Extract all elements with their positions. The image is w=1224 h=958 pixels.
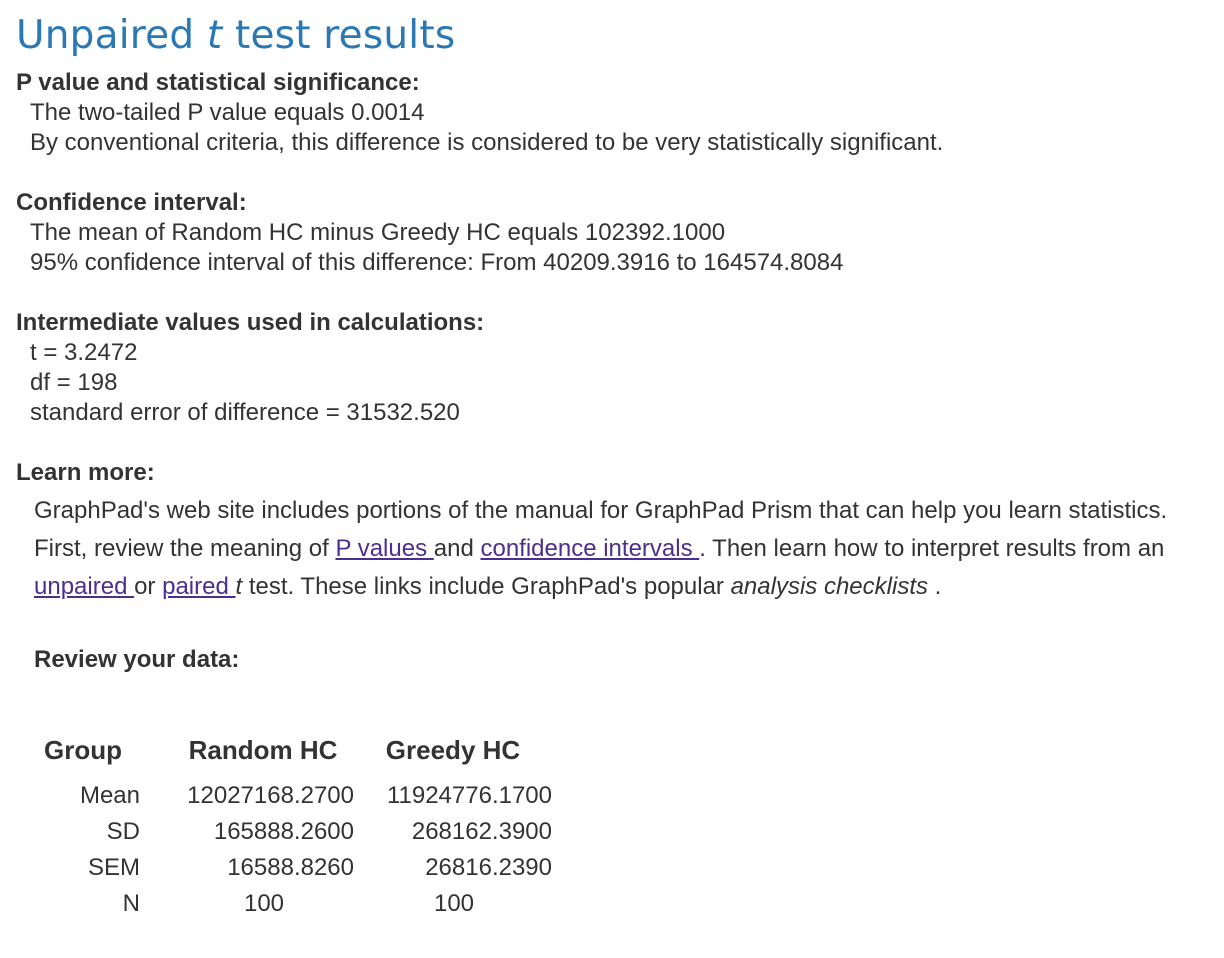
intermediate-heading: Intermediate values used in calculations… <box>16 309 485 336</box>
row-label: Mean <box>79 782 140 809</box>
row-label: N <box>122 890 140 917</box>
table-cell: 11924776.1700 <box>386 782 552 809</box>
learn-text-3: . Then learn how to interpret results fr… <box>699 535 1165 562</box>
table-cell: 100 <box>243 890 285 917</box>
table-row: Mean 12027168.2700 11924776.1700 <box>38 772 552 814</box>
page-title: Unpaired t test results <box>16 10 455 62</box>
confidence-interval-line: 95% confidence interval of this differen… <box>30 249 844 276</box>
table-header-row: Group Random HC Greedy HC <box>38 728 552 772</box>
table-header-random-hc: Random HC <box>188 734 338 765</box>
learn-more-paragraph: GraphPad's web site includes portions of… <box>34 492 1214 606</box>
df-line: df = 198 <box>30 369 118 396</box>
table-cell: 100 <box>433 890 475 917</box>
title-suffix: test results <box>235 13 456 58</box>
confidence-intervals-link[interactable]: confidence intervals <box>480 535 699 562</box>
table-cell: 268162.3900 <box>411 818 552 845</box>
standard-error-line: standard error of difference = 31532.520 <box>30 399 460 426</box>
learn-text-4: or <box>134 573 163 600</box>
row-label: SEM <box>87 854 140 881</box>
p-value-line: The two-tailed P value equals 0.0014 <box>30 99 425 126</box>
table-row: N 100 100 <box>38 886 552 922</box>
table-cell: 12027168.2700 <box>187 782 354 809</box>
review-data-heading: Review your data: <box>34 646 240 673</box>
confidence-heading: Confidence interval: <box>16 189 247 216</box>
learn-text-2: and <box>433 535 481 562</box>
unpaired-link[interactable]: unpaired <box>34 573 134 600</box>
table-cell: 165888.2600 <box>213 818 354 845</box>
learn-text-5: test. These links include GraphPad's pop… <box>242 573 731 600</box>
title-italic-t: t <box>206 13 223 58</box>
row-label: SD <box>106 818 140 845</box>
title-prefix: Unpaired <box>16 13 195 58</box>
t-value-line: t = 3.2472 <box>30 339 138 366</box>
learn-more-heading: Learn more: <box>16 459 155 486</box>
paired-link[interactable]: paired <box>162 573 235 600</box>
p-value-heading: P value and statistical significance: <box>16 69 420 96</box>
table-header-group: Group <box>44 734 122 765</box>
learn-text-6: . <box>927 573 942 600</box>
significance-line: By conventional criteria, this differenc… <box>30 129 944 156</box>
mean-difference-line: The mean of Random HC minus Greedy HC eq… <box>30 219 726 246</box>
p-values-link[interactable]: P values <box>335 535 433 562</box>
table-cell: 26816.2390 <box>425 854 552 881</box>
analysis-checklists-text: analysis checklists <box>730 573 928 600</box>
results-page: Unpaired t test results P value and stat… <box>0 0 1224 958</box>
table-row: SEM 16588.8260 26816.2390 <box>38 850 552 886</box>
table-cell: 16588.8260 <box>227 854 354 881</box>
table-header-greedy-hc: Greedy HC <box>385 734 521 765</box>
table-row: SD 165888.2600 268162.3900 <box>38 814 552 850</box>
review-data-table: Group Random HC Greedy HC Mean 12027168.… <box>38 728 552 922</box>
